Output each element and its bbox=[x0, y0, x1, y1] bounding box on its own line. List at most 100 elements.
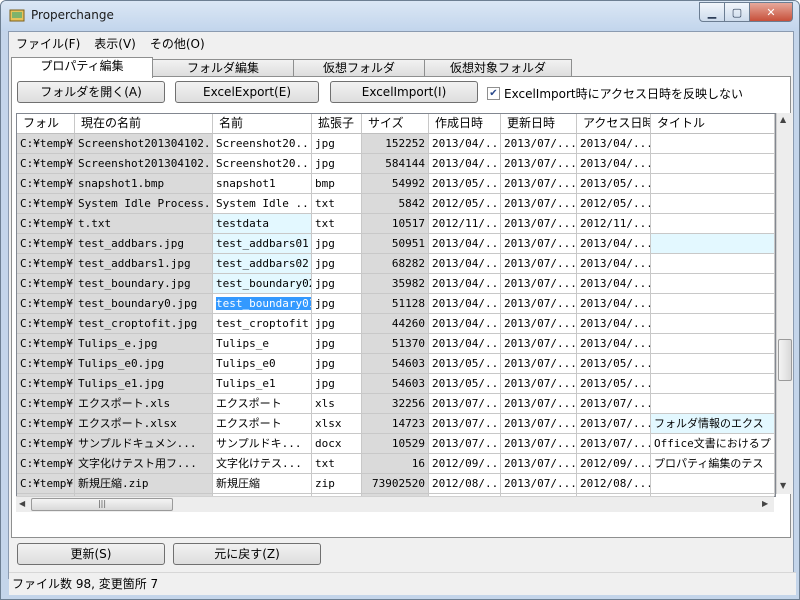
column-header[interactable]: 名前 bbox=[213, 114, 312, 134]
table-cell[interactable]: snapshot1 bbox=[213, 174, 312, 194]
table-cell[interactable]: 2013/05/... bbox=[429, 174, 501, 194]
table-cell[interactable]: 2013/07/... bbox=[501, 174, 577, 194]
table-cell[interactable]: zip bbox=[312, 474, 362, 494]
column-header[interactable]: フォル bbox=[17, 114, 75, 134]
menu-file[interactable]: ファイル(F) bbox=[9, 32, 87, 54]
excel-import-button[interactable]: ExcelImport(I) bbox=[330, 81, 478, 103]
table-cell[interactable]: 54992 bbox=[362, 174, 429, 194]
table-cell[interactable]: txt bbox=[312, 194, 362, 214]
table-cell[interactable]: C:¥temp¥ bbox=[17, 254, 75, 274]
table-cell[interactable]: 2013/07/... bbox=[429, 434, 501, 454]
table-row[interactable]: C:¥temp¥ test_addbars.jpg test_addbars01 jp… bbox=[17, 234, 775, 254]
table-cell[interactable]: jpg bbox=[312, 294, 362, 314]
table-cell[interactable]: C:¥temp¥ bbox=[17, 374, 75, 394]
table-cell[interactable]: 2013/07/... bbox=[429, 394, 501, 414]
table-cell[interactable]: 2013/07/... bbox=[501, 154, 577, 174]
revert-button[interactable]: 元に戻す(Z) bbox=[173, 543, 321, 565]
table-cell[interactable]: 2013/07/... bbox=[501, 334, 577, 354]
table-cell[interactable]: C:¥temp¥ bbox=[17, 194, 75, 214]
close-button[interactable]: ✕ bbox=[750, 2, 793, 22]
table-cell[interactable]: 2013/07/... bbox=[501, 354, 577, 374]
table-cell[interactable]: 2013/07/... bbox=[501, 134, 577, 154]
table-cell[interactable]: 51370 bbox=[362, 334, 429, 354]
table-cell[interactable]: testdata bbox=[213, 214, 312, 234]
table-cell[interactable]: 2013/07/... bbox=[501, 374, 577, 394]
table-cell[interactable]: docx bbox=[312, 434, 362, 454]
table-cell[interactable]: Tulips_e.jpg bbox=[75, 334, 213, 354]
table-cell[interactable]: 2013/04/... bbox=[429, 254, 501, 274]
scroll-right-icon[interactable]: ▶ bbox=[762, 499, 768, 508]
table-cell[interactable]: jpg bbox=[312, 374, 362, 394]
table-cell[interactable]: C:¥temp¥ bbox=[17, 214, 75, 234]
table-cell[interactable]: 2013/07/... bbox=[501, 214, 577, 234]
tab-virtual-target-folder[interactable]: 仮想対象フォルダ bbox=[424, 59, 572, 77]
table-cell[interactable]: C:¥temp¥ bbox=[17, 294, 75, 314]
table-cell[interactable]: test_boundary02 bbox=[213, 274, 312, 294]
table-cell[interactable]: 2013/05/... bbox=[577, 354, 651, 374]
column-header[interactable]: タイトル bbox=[651, 114, 775, 134]
table-cell[interactable]: 2013/07/... bbox=[577, 434, 651, 454]
table-cell[interactable]: 新規圧縮 bbox=[213, 474, 312, 494]
table-cell[interactable] bbox=[651, 214, 775, 234]
horizontal-scrollbar[interactable]: ◀ ||| ▶ bbox=[16, 496, 774, 512]
scroll-left-icon[interactable]: ◀ bbox=[19, 499, 25, 508]
column-header[interactable]: 現在の名前 bbox=[75, 114, 213, 134]
table-cell[interactable]: txt bbox=[312, 214, 362, 234]
table-cell[interactable] bbox=[651, 194, 775, 214]
table-row[interactable]: C:¥temp¥ System Idle Process... System Idl… bbox=[17, 194, 775, 214]
table-cell[interactable]: Tulips_e0.jpg bbox=[75, 354, 213, 374]
table-cell[interactable]: 2013/07/... bbox=[501, 454, 577, 474]
table-cell[interactable]: C:¥temp¥ bbox=[17, 154, 75, 174]
table-cell[interactable] bbox=[651, 474, 775, 494]
table-row[interactable]: C:¥temp¥ Screenshot201304102... Screenshot… bbox=[17, 134, 775, 154]
table-cell[interactable]: System Idle Process... bbox=[75, 194, 213, 214]
table-cell[interactable]: 2013/07/... bbox=[501, 194, 577, 214]
table-cell[interactable]: 2013/07/... bbox=[501, 474, 577, 494]
table-cell[interactable]: test_addbars1.jpg bbox=[75, 254, 213, 274]
table-row[interactable]: C:¥temp¥ test_addbars1.jpg test_addbars02 j… bbox=[17, 254, 775, 274]
table-cell[interactable]: 2012/08/... bbox=[429, 474, 501, 494]
table-cell[interactable]: snapshot1.bmp bbox=[75, 174, 213, 194]
table-cell[interactable]: 2012/11/... bbox=[577, 214, 651, 234]
table-cell[interactable] bbox=[651, 274, 775, 294]
table-cell[interactable]: jpg bbox=[312, 274, 362, 294]
table-row[interactable]: C:¥temp¥ test_boundary.jpg test_boundary02… bbox=[17, 274, 775, 294]
table-cell[interactable]: Screenshot201304102... bbox=[75, 134, 213, 154]
table-cell[interactable]: 14723 bbox=[362, 414, 429, 434]
table-cell[interactable]: 51128 bbox=[362, 294, 429, 314]
table-row[interactable]: C:¥temp¥ snapshot1.bmp snapshot1 bmp 54992 20… bbox=[17, 174, 775, 194]
scroll-up-icon[interactable]: ▲ bbox=[780, 115, 786, 124]
horizontal-scroll-thumb[interactable]: ||| bbox=[31, 498, 173, 511]
table-cell[interactable]: 2013/04/... bbox=[577, 314, 651, 334]
table-cell[interactable] bbox=[651, 254, 775, 274]
table-cell[interactable]: Screenshot20... bbox=[213, 134, 312, 154]
table-cell[interactable]: 32256 bbox=[362, 394, 429, 414]
table-cell[interactable]: C:¥temp¥ bbox=[17, 234, 75, 254]
table-cell[interactable]: 2013/07/... bbox=[501, 434, 577, 454]
table-row[interactable]: C:¥temp¥ test_croptofit.jpg test_croptofit… bbox=[17, 314, 775, 334]
table-cell[interactable] bbox=[651, 294, 775, 314]
column-header[interactable]: サイズ bbox=[362, 114, 429, 134]
table-row[interactable]: C:¥temp¥ t.txt testdata txt 10517 2012/11/...… bbox=[17, 214, 775, 234]
table-cell[interactable]: test_croptofit.jpg bbox=[75, 314, 213, 334]
table-cell[interactable]: t.txt bbox=[75, 214, 213, 234]
tab-property-edit[interactable]: プロパティ編集 bbox=[11, 57, 153, 78]
table-cell[interactable]: 2013/04/... bbox=[577, 334, 651, 354]
table-cell[interactable]: Tulips_e1.jpg bbox=[75, 374, 213, 394]
table-cell[interactable]: C:¥temp¥ bbox=[17, 434, 75, 454]
table-cell[interactable]: 2012/05/... bbox=[577, 194, 651, 214]
update-button[interactable]: 更新(S) bbox=[17, 543, 165, 565]
table-cell[interactable]: Tulips_e bbox=[213, 334, 312, 354]
table-cell[interactable]: 2012/11/... bbox=[429, 214, 501, 234]
table-cell[interactable]: 2013/04/... bbox=[577, 254, 651, 274]
table-cell[interactable]: 2013/07/... bbox=[501, 414, 577, 434]
table-cell[interactable]: Screenshot201304102... bbox=[75, 154, 213, 174]
table-cell[interactable]: 2013/05/... bbox=[577, 374, 651, 394]
table-row[interactable]: C:¥temp¥ Screenshot201304102... Screenshot… bbox=[17, 154, 775, 174]
file-grid[interactable]: フォル 現在の名前 名前 拡張子 サイズ 作成日時 更新日時 アクセス日時 タイトル C:¥tem… bbox=[16, 113, 776, 497]
tab-virtual-folder[interactable]: 仮想フォルダ bbox=[293, 59, 425, 77]
column-header[interactable]: アクセス日時 bbox=[577, 114, 651, 134]
table-cell[interactable]: 2013/07/... bbox=[501, 234, 577, 254]
table-cell[interactable]: 2013/07/... bbox=[577, 394, 651, 414]
table-cell[interactable]: 35982 bbox=[362, 274, 429, 294]
